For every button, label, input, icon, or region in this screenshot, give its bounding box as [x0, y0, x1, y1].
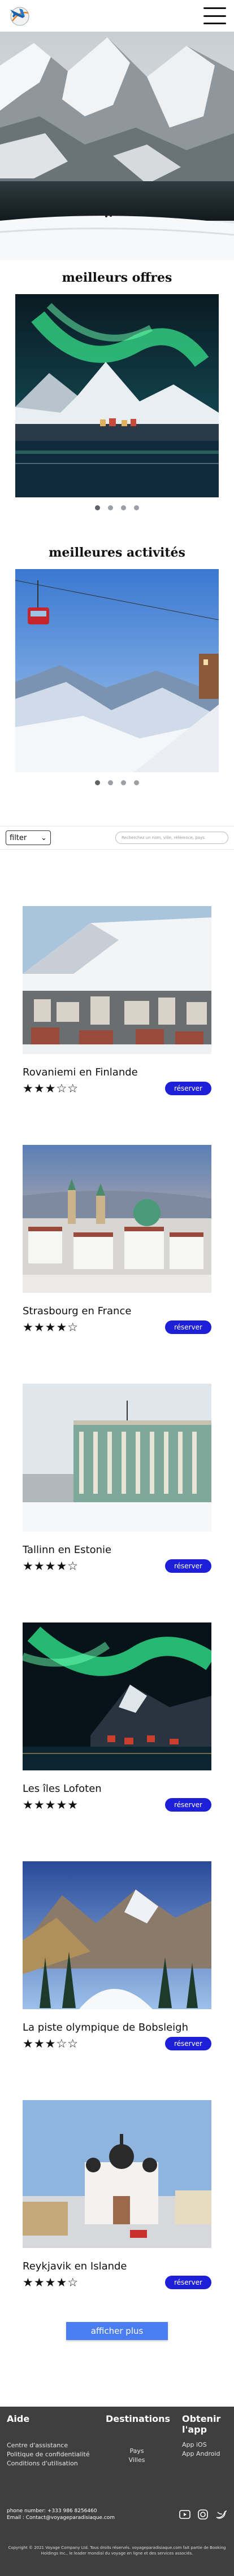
footer: Aide Centre d'assistance Politique de co…	[0, 2407, 234, 2576]
page: meilleurs offres meilleures activités fi…	[0, 0, 234, 2576]
hero-image	[0, 32, 234, 260]
carousel-dot[interactable]	[95, 505, 100, 510]
activities-title: meilleures activités	[49, 545, 185, 560]
reserve-button[interactable]: réserver	[164, 1798, 211, 1812]
destination-name: Rovaniemi en Finlande	[23, 1066, 138, 1078]
destination-card: Strasbourg en France ★★★★☆ réserver	[23, 1145, 211, 1334]
footer-help-column: Aide Centre d'assistance Politique de co…	[7, 2413, 92, 2468]
carousel-dot[interactable]	[134, 505, 139, 510]
twitter-icon[interactable]	[215, 2508, 227, 2521]
destination-image[interactable]	[23, 1145, 211, 1293]
filter-bar: filter ⌄ Recherchez un nom, ville, référ…	[0, 826, 234, 850]
rating-stars: ★★★★☆	[23, 1559, 79, 1573]
instagram-icon[interactable]	[197, 2508, 209, 2521]
destination-name: La piste olympique de Bobsleigh	[23, 2022, 188, 2033]
footer-link[interactable]: Politique de confidentialité	[7, 2450, 92, 2459]
activities-carousel-image[interactable]	[15, 569, 219, 772]
rating-stars: ★★★☆☆	[23, 2037, 79, 2050]
carousel-dot[interactable]	[121, 780, 126, 785]
offers-carousel-dots	[0, 505, 234, 510]
footer-link[interactable]: Centre d'assistance	[7, 2441, 92, 2450]
reserve-button[interactable]: réserver	[164, 1559, 211, 1573]
footer-app-column: Obtenir l'app App iOS App Android	[182, 2413, 227, 2468]
footer-copyright: Copyright © 2021 Voyage Company Ltd. Tou…	[8, 2546, 226, 2556]
filter-select[interactable]: filter ⌄	[6, 830, 51, 845]
footer-email[interactable]: Email : Contact@voyageparadisiaque.com	[7, 2514, 115, 2521]
rating-stars: ★★★★★	[23, 1798, 79, 1812]
hamburger-menu-icon[interactable]	[203, 7, 226, 24]
destination-card: Les îles Lofoten ★★★★★ réserver	[23, 1622, 211, 1812]
destination-card: Tallinn en Estonie ★★★★☆ réserver	[23, 1384, 211, 1573]
destination-card: Rovaniemi en Finlande ★★★☆☆ réserver	[23, 906, 211, 1095]
footer-link[interactable]: Pays	[106, 2447, 168, 2456]
offers-title: meilleurs offres	[62, 270, 172, 285]
youtube-icon[interactable]	[179, 2508, 191, 2521]
destination-name: Strasbourg en France	[23, 1305, 132, 1317]
rating-stars: ★★★★☆	[23, 2276, 79, 2289]
destination-card: Reykjavik en Islande ★★★★☆ réserver	[23, 2100, 211, 2289]
destination-image[interactable]	[23, 1861, 211, 2009]
footer-link[interactable]: Villes	[106, 2456, 168, 2465]
offers-carousel-image[interactable]	[15, 294, 219, 497]
carousel-dot[interactable]	[108, 780, 113, 785]
show-more-button[interactable]: afficher plus	[66, 2322, 168, 2340]
filter-label: filter	[10, 833, 27, 842]
destination-name: Tallinn en Estonie	[23, 1544, 112, 1556]
carousel-dot[interactable]	[95, 780, 100, 785]
footer-app-title: Obtenir l'app	[182, 2413, 221, 2435]
rating-stars: ★★★★☆	[23, 1320, 79, 1334]
reserve-button[interactable]: réserver	[164, 1082, 211, 1095]
destination-list: Rovaniemi en Finlande ★★★☆☆ réserver Str…	[0, 906, 234, 2289]
destination-image[interactable]	[23, 1622, 211, 1770]
destination-image[interactable]	[23, 906, 211, 1054]
destination-image[interactable]	[23, 2100, 211, 2248]
rating-stars: ★★★☆☆	[23, 1082, 79, 1095]
search-input[interactable]: Recherchez un nom, ville, référence, pay…	[115, 832, 228, 844]
reserve-button[interactable]: réserver	[164, 1320, 211, 1334]
plane-globe-logo[interactable]	[8, 4, 32, 28]
reserve-button[interactable]: réserver	[164, 2037, 211, 2050]
footer-link[interactable]: App iOS	[182, 2441, 227, 2450]
footer-destinations-title: Destinations	[106, 2413, 171, 2424]
footer-link[interactable]: Conditions d'utilisation	[7, 2459, 92, 2468]
footer-link[interactable]: App Android	[182, 2450, 227, 2459]
chevron-down-icon: ⌄	[41, 833, 47, 842]
destination-name: Les îles Lofoten	[23, 1783, 102, 1795]
destination-image[interactable]	[23, 1384, 211, 1532]
carousel-dot[interactable]	[121, 505, 126, 510]
search-placeholder: Recherchez un nom, ville, référence, pay…	[122, 836, 205, 840]
carousel-dot[interactable]	[134, 780, 139, 785]
activities-carousel-dots	[0, 780, 234, 785]
top-bar	[0, 0, 234, 32]
footer-help-title: Aide	[7, 2413, 30, 2424]
destination-card: La piste olympique de Bobsleigh ★★★☆☆ ré…	[23, 1861, 211, 2050]
footer-destinations-column: Destinations Pays Villes	[106, 2413, 171, 2468]
carousel-dot[interactable]	[108, 505, 113, 510]
reserve-button[interactable]: réserver	[164, 2276, 211, 2289]
footer-phone: phone number: +333 986 8256460	[7, 2508, 97, 2514]
destination-name: Reykjavik en Islande	[23, 2260, 127, 2272]
